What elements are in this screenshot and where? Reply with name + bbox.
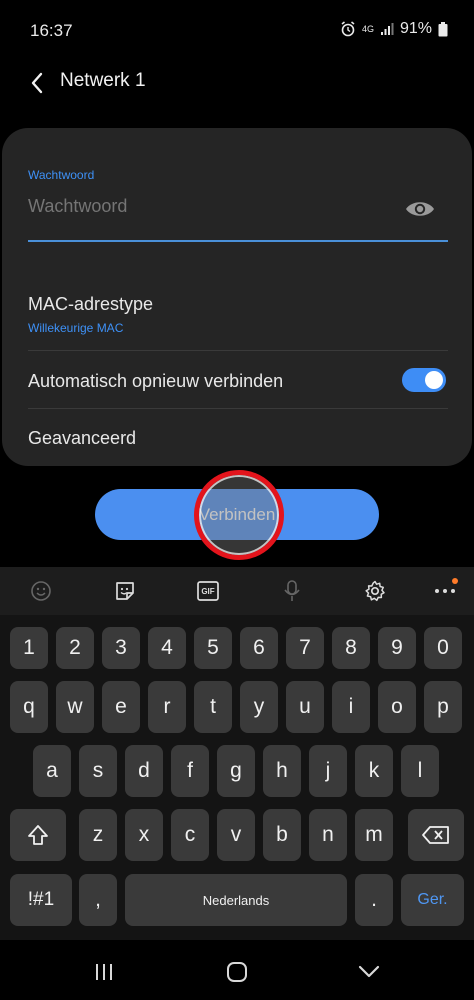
sticker-button[interactable]	[108, 575, 142, 607]
key-t[interactable]: t	[194, 681, 232, 733]
key-a[interactable]: a	[33, 745, 71, 797]
key-w[interactable]: w	[56, 681, 94, 733]
backspace-key[interactable]	[408, 809, 464, 861]
show-password-button[interactable]	[402, 194, 438, 224]
key-i[interactable]: i	[332, 681, 370, 733]
key-n[interactable]: n	[309, 809, 347, 861]
home-icon	[227, 962, 247, 982]
mac-address-type-value: Willekeurige MAC	[28, 321, 124, 335]
alarm-icon	[340, 21, 356, 37]
key-y[interactable]: y	[240, 681, 278, 733]
notification-dot	[452, 578, 458, 584]
eye-icon	[406, 202, 434, 216]
key-v[interactable]: v	[217, 809, 255, 861]
shift-key[interactable]	[10, 809, 66, 861]
back-button[interactable]	[22, 68, 52, 98]
key-g[interactable]: g	[217, 745, 255, 797]
password-label: Wachtwoord	[28, 168, 95, 182]
auto-reconnect-label: Automatisch opnieuw verbinden	[28, 371, 284, 391]
gif-button[interactable]: GIF	[191, 575, 225, 607]
key-f[interactable]: f	[171, 745, 209, 797]
chevron-down-icon	[358, 965, 380, 978]
key-q[interactable]: q	[10, 681, 48, 733]
auto-reconnect-row[interactable]: Automatisch opnieuw verbinden	[28, 371, 448, 392]
network-settings-card: Wachtwoord MAC-adrestype Willekeurige MA…	[2, 128, 472, 466]
password-underline	[28, 240, 448, 242]
key-p[interactable]: p	[424, 681, 462, 733]
gear-icon	[365, 580, 385, 602]
key-s[interactable]: s	[79, 745, 117, 797]
key-6[interactable]: 6	[240, 627, 278, 669]
battery-icon	[438, 21, 448, 37]
key-5[interactable]: 5	[194, 627, 232, 669]
key-u[interactable]: u	[286, 681, 324, 733]
key-j[interactable]: j	[309, 745, 347, 797]
key-1[interactable]: 1	[10, 627, 48, 669]
emoji-button[interactable]	[24, 575, 58, 607]
recent-apps-icon	[96, 964, 112, 980]
keyboard-toolbar: GIF	[0, 567, 474, 615]
keyboard-settings-button[interactable]	[358, 575, 392, 607]
key-7[interactable]: 7	[286, 627, 324, 669]
key-d[interactable]: d	[125, 745, 163, 797]
chevron-left-icon	[31, 72, 43, 94]
status-time: 16:37	[30, 21, 73, 40]
symbols-key[interactable]: !#1	[10, 874, 72, 926]
key-b[interactable]: b	[263, 809, 301, 861]
key-9[interactable]: 9	[378, 627, 416, 669]
back-nav-button[interactable]	[349, 958, 389, 986]
divider	[28, 408, 448, 409]
divider	[28, 350, 448, 351]
microphone-icon	[284, 580, 300, 601]
touch-indicator	[194, 470, 284, 560]
signal-icon	[380, 22, 394, 36]
app-bar: Netwerk 1	[0, 60, 474, 104]
key-h[interactable]: h	[263, 745, 301, 797]
key-r[interactable]: r	[148, 681, 186, 733]
sticker-icon	[116, 582, 134, 600]
key-o[interactable]: o	[378, 681, 416, 733]
status-bar: 16:37 4G 91%	[0, 0, 474, 60]
mac-address-type-row[interactable]: MAC-adrestype Willekeurige MAC	[28, 294, 448, 335]
key-2[interactable]: 2	[56, 627, 94, 669]
mac-address-type-title: MAC-adrestype	[28, 294, 154, 314]
shift-arrow-icon	[28, 825, 48, 845]
key-e[interactable]: e	[102, 681, 140, 733]
key-3[interactable]: 3	[102, 627, 140, 669]
space-key[interactable]: Nederlands	[125, 874, 347, 926]
key-c[interactable]: c	[171, 809, 209, 861]
key-x[interactable]: x	[125, 809, 163, 861]
emoji-icon	[31, 581, 51, 601]
gif-label: GIF	[201, 586, 215, 596]
key-8[interactable]: 8	[332, 627, 370, 669]
key-k[interactable]: k	[355, 745, 393, 797]
toggle-knob	[425, 371, 443, 389]
advanced-label: Geavanceerd	[28, 428, 137, 448]
keyboard: 1 2 3 4 5 6 7 8 9 0 q w e r t y u i o p …	[0, 615, 474, 940]
status-icons: 4G 91%	[340, 20, 448, 38]
home-button[interactable]	[217, 958, 257, 986]
network-type: 4G	[361, 23, 374, 34]
go-key[interactable]: Ger.	[401, 874, 464, 926]
comma-key[interactable]: ,	[79, 874, 117, 926]
recent-apps-button[interactable]	[84, 958, 124, 986]
key-m[interactable]: m	[355, 809, 393, 861]
period-key[interactable]: .	[355, 874, 393, 926]
key-0[interactable]: 0	[424, 627, 462, 669]
battery-level: 91%	[399, 20, 432, 37]
system-navigation-bar	[0, 940, 474, 1000]
backspace-icon	[422, 826, 449, 844]
advanced-row[interactable]: Geavanceerd	[28, 428, 448, 449]
auto-reconnect-toggle[interactable]	[402, 368, 446, 392]
password-input[interactable]	[28, 196, 368, 217]
key-4[interactable]: 4	[148, 627, 186, 669]
page-title: Netwerk 1	[60, 70, 146, 91]
key-z[interactable]: z	[79, 809, 117, 861]
key-l[interactable]: l	[401, 745, 439, 797]
more-icon	[435, 589, 455, 593]
voice-input-button[interactable]	[275, 575, 309, 607]
